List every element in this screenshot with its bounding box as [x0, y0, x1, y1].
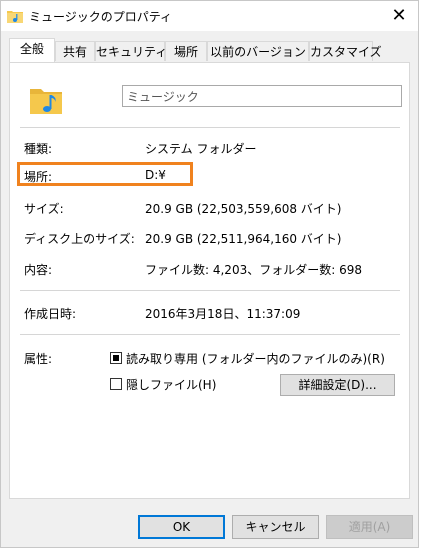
tab-previous-versions[interactable]: 以前のバージョン	[207, 41, 309, 61]
close-icon: ✕	[391, 5, 407, 26]
size-value: 20.9 GB (22,503,559,608 バイト)	[145, 202, 342, 216]
contents-value: ファイル数: 4,203、フォルダー数: 698	[145, 263, 362, 277]
created-label: 作成日時:	[24, 307, 77, 321]
readonly-checkbox-label[interactable]: 読み取り専用 (フォルダー内のファイルのみ)(R)	[126, 350, 385, 367]
type-value: システム フォルダー	[145, 142, 257, 156]
disk-size-label: ディスク上のサイズ:	[24, 232, 135, 246]
divider	[20, 290, 400, 291]
hidden-checkbox-label[interactable]: 隠しファイル(H)	[126, 376, 216, 393]
contents-label: 内容:	[24, 263, 53, 277]
tab-sharing[interactable]: 共有	[55, 41, 95, 61]
tab-customize[interactable]: カスタマイズ	[309, 41, 382, 61]
title-bar: ミュージックのプロパティ ✕	[1, 1, 418, 31]
location-value: D:¥	[145, 168, 166, 182]
ok-button[interactable]: OK	[138, 515, 225, 539]
attributes-label: 属性:	[24, 352, 53, 366]
window-title: ミュージックのプロパティ	[29, 10, 173, 24]
divider	[20, 334, 400, 335]
disk-size-value: 20.9 GB (22,511,964,160 バイト)	[145, 232, 342, 246]
close-button[interactable]: ✕	[386, 4, 412, 28]
hidden-checkbox[interactable]	[110, 378, 122, 390]
created-value: 2016年3月18日、11:37:09	[145, 307, 301, 321]
type-label: 種類:	[24, 142, 53, 156]
advanced-settings-button[interactable]: 詳細設定(D)...	[280, 374, 395, 396]
music-folder-icon	[30, 89, 62, 114]
location-label: 場所:	[24, 170, 53, 184]
tab-security[interactable]: セキュリティ	[95, 41, 167, 61]
tab-location[interactable]: 場所	[165, 41, 207, 61]
properties-dialog: ミュージックのプロパティ ✕ 全般 共有 セキュリティ 場所 以前のバージョン …	[0, 0, 419, 548]
general-panel: 種類: システム フォルダー 場所: D:¥ サイズ: 20.9 GB (22,…	[9, 62, 410, 499]
cancel-button[interactable]: キャンセル	[232, 515, 319, 539]
readonly-checkbox[interactable]	[110, 352, 122, 364]
divider	[20, 127, 400, 128]
music-folder-icon	[7, 11, 23, 23]
apply-button[interactable]: 適用(A)	[326, 515, 413, 539]
tab-general[interactable]: 全般	[9, 38, 55, 62]
folder-name-field[interactable]	[122, 85, 402, 107]
size-label: サイズ:	[24, 202, 64, 216]
